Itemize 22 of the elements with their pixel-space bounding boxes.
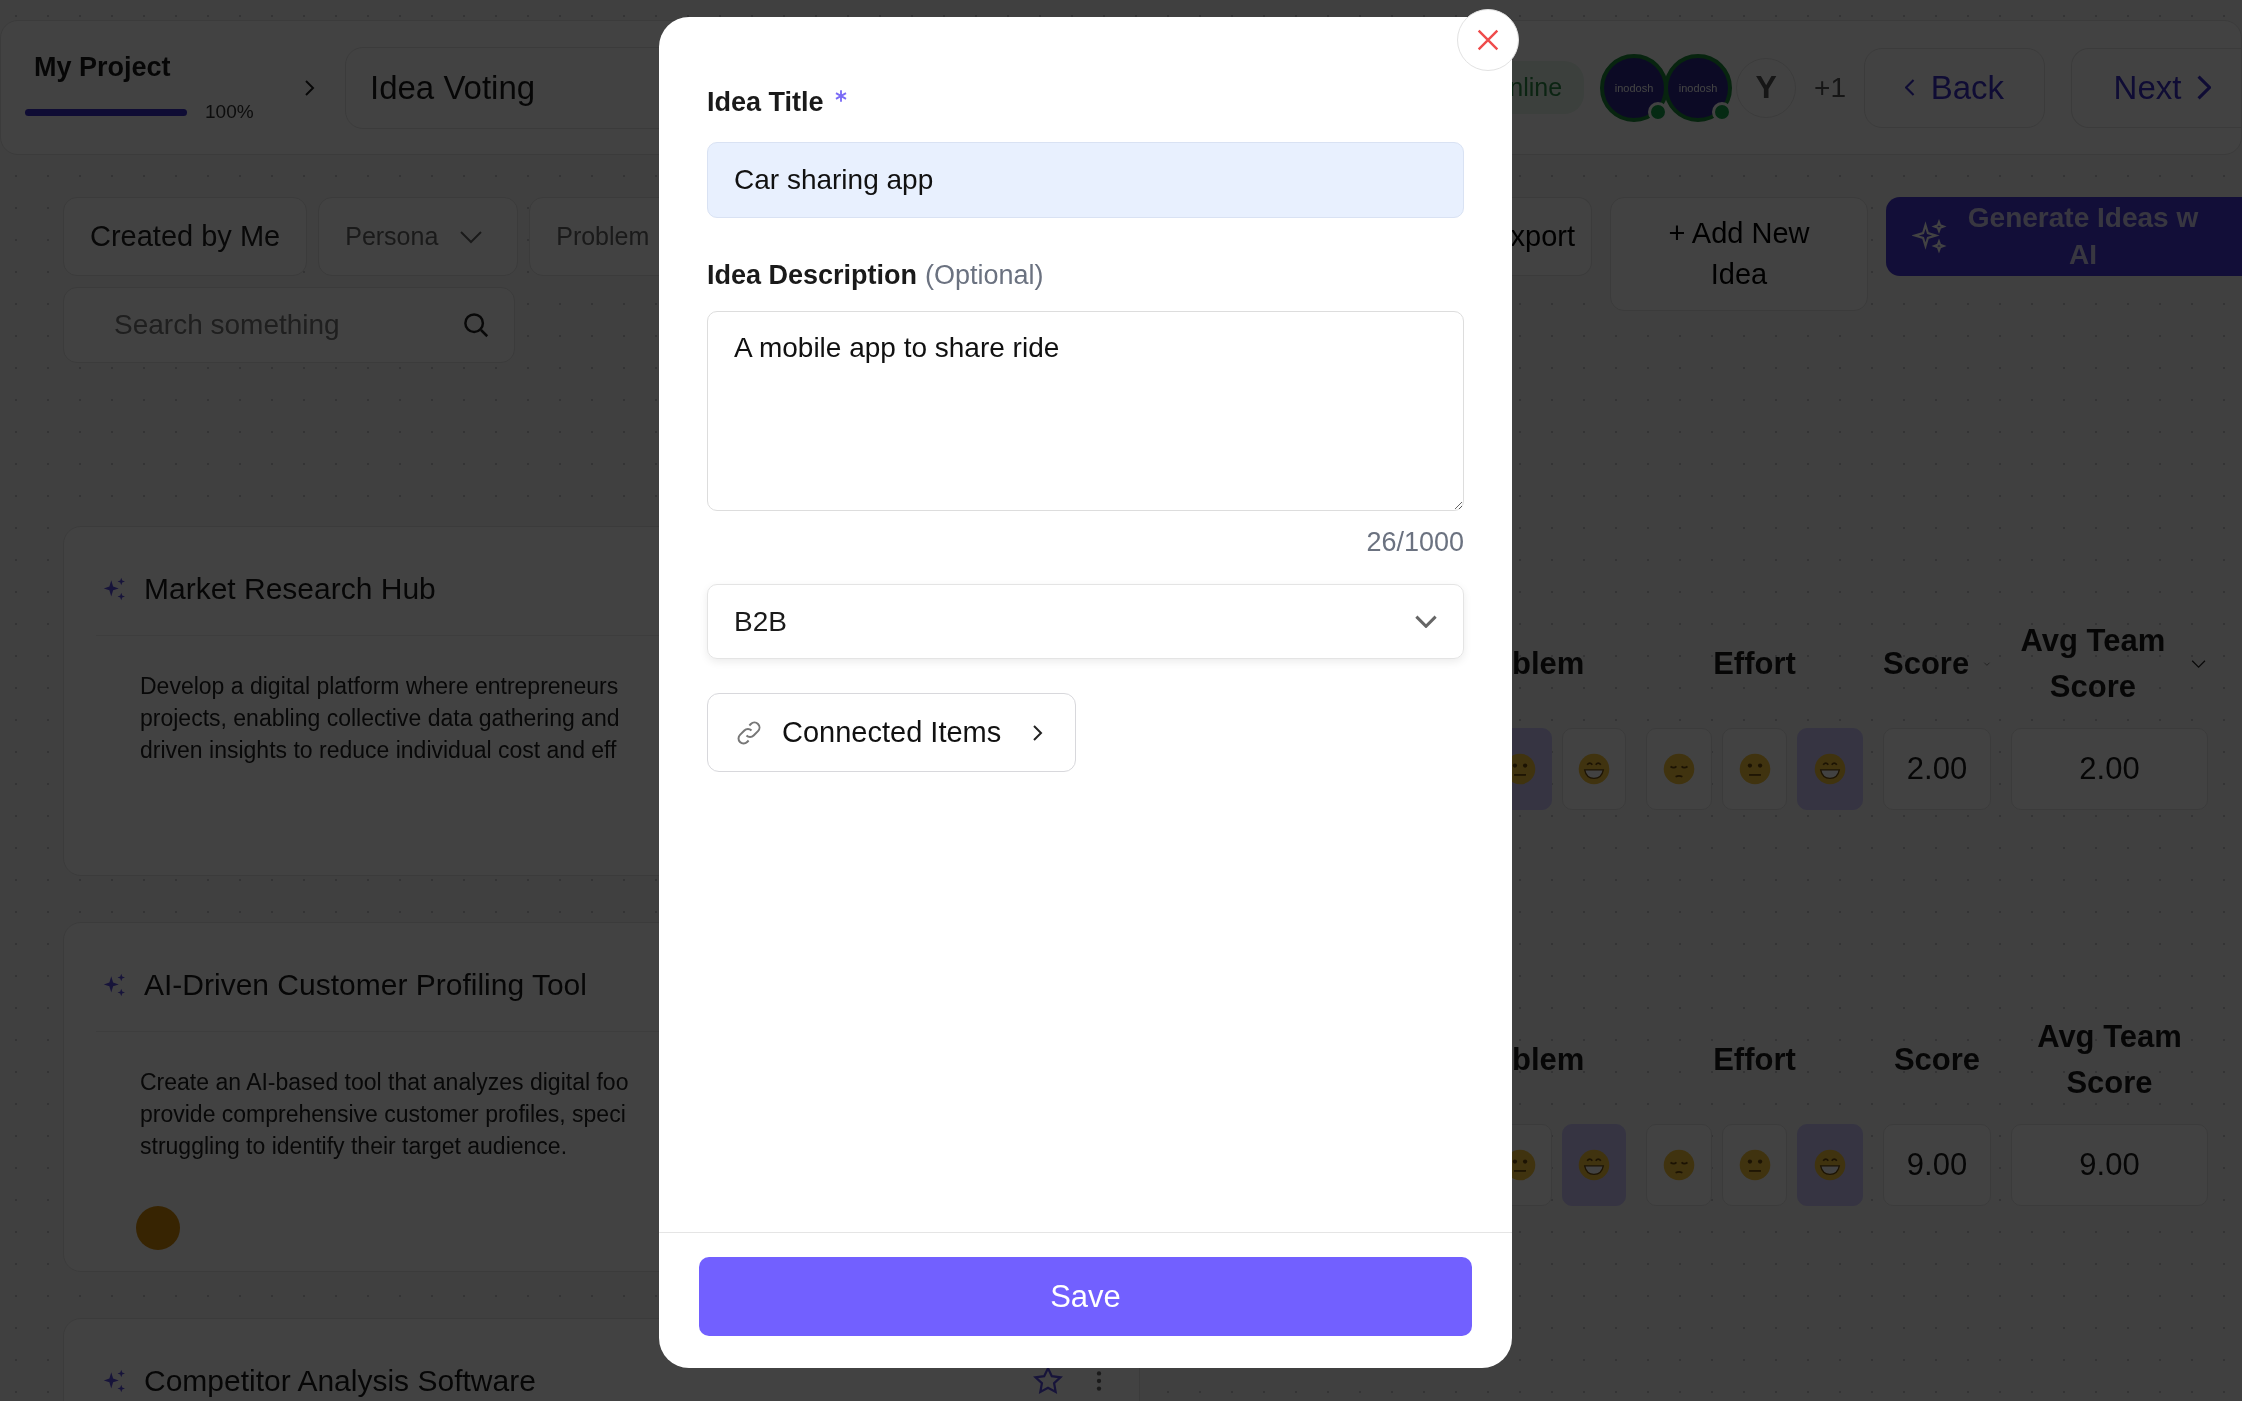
- segment-dropdown[interactable]: B2B: [707, 584, 1464, 659]
- idea-title[interactable]: AI-Driven Customer Profiling Tool: [144, 968, 587, 1002]
- idea-description-field[interactable]: A mobile app to share ride: [707, 311, 1464, 511]
- character-counter: 26/1000: [1366, 527, 1464, 558]
- column-header: Score: [1893, 1040, 1981, 1079]
- column-header: Avg Team Score: [2036, 1017, 2183, 1102]
- save-button[interactable]: Save: [699, 1257, 1472, 1336]
- connected-items-button[interactable]: Connected Items: [707, 693, 1077, 772]
- idea-title-field[interactable]: Car sharing app: [707, 142, 1464, 218]
- column-header: Score: [1883, 644, 1970, 683]
- chevron-down-icon: [1415, 615, 1437, 628]
- idea-description: Develop a digital platform where entrepreneurs projects, enabling collective data gathering and driven insights to reduce individual cost and eff: [140, 672, 621, 766]
- column-header: Avg Team Score: [2019, 621, 2167, 706]
- project-name[interactable]: My Project: [25, 52, 275, 83]
- optional-hint: (Optional): [925, 260, 1044, 291]
- column-header: blem: [1512, 1040, 1585, 1079]
- column-header: Effort: [1713, 1040, 1796, 1079]
- idea-title[interactable]: Market Research Hub: [144, 572, 436, 606]
- column-header: Effort: [1713, 644, 1796, 683]
- idea-description: Create an AI-based tool that analyzes digital foo provide comprehensive customer profiles, speci struggling to identify their target audience.: [140, 1068, 630, 1162]
- column-header: blem: [1512, 644, 1585, 683]
- idea-title[interactable]: Competitor Analysis Software: [144, 1364, 536, 1398]
